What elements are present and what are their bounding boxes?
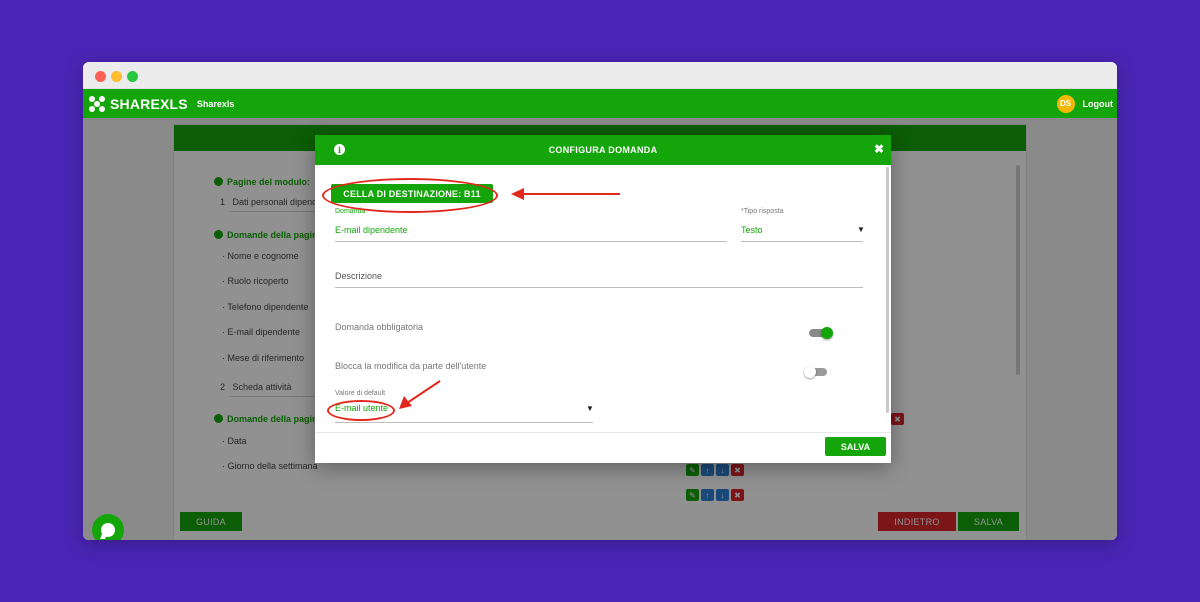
caret-down-icon[interactable]: ▼: [857, 225, 865, 234]
lock-edit-toggle[interactable]: [804, 366, 827, 378]
window-titlebar: [83, 62, 1117, 89]
close-window-button[interactable]: [95, 71, 106, 82]
modal-header: i CONFIGURA DOMANDA ✖: [315, 135, 891, 165]
default-value-label: Valore di default: [335, 390, 386, 397]
info-icon[interactable]: i: [334, 144, 345, 155]
chat-button[interactable]: [92, 514, 124, 540]
avatar[interactable]: DS: [1056, 94, 1075, 113]
close-icon[interactable]: ✖: [874, 142, 884, 156]
minimize-window-button[interactable]: [111, 71, 122, 82]
description-input[interactable]: Descrizione: [335, 271, 382, 281]
caret-down-icon[interactable]: ▼: [586, 404, 594, 413]
destination-highlight-ellipse: [322, 178, 498, 213]
maximize-window-button[interactable]: [127, 71, 138, 82]
lock-edit-label: Blocca la modifica da parte dell'utente: [335, 361, 487, 371]
default-value-highlight-ellipse: [327, 400, 395, 421]
required-label: Domanda obbligatoria: [335, 322, 424, 332]
question-input[interactable]: E-mail dipendente: [335, 225, 408, 235]
required-toggle[interactable]: [809, 327, 833, 339]
modal-scrollbar[interactable]: [886, 167, 889, 413]
app-name: Sharexls: [196, 98, 235, 109]
brand-name: SHAREXLS: [110, 95, 188, 112]
modal-title: CONFIGURA DOMANDA: [548, 145, 658, 155]
logo[interactable]: SHAREXLS: [89, 95, 188, 112]
sharexls-logo-icon: [89, 95, 105, 112]
answer-type-select[interactable]: Testo: [741, 225, 763, 235]
app-header: SHAREXLS Sharexls DS Logout: [83, 89, 1117, 118]
logout-link[interactable]: Logout: [1083, 99, 1114, 109]
chat-icon: [101, 523, 115, 537]
browser-window: SHAREXLS Sharexls DS Logout Pagine del m…: [83, 62, 1117, 540]
answer-type-label: *Tipo risposta: [741, 208, 784, 215]
save-button[interactable]: SALVA: [825, 437, 886, 456]
